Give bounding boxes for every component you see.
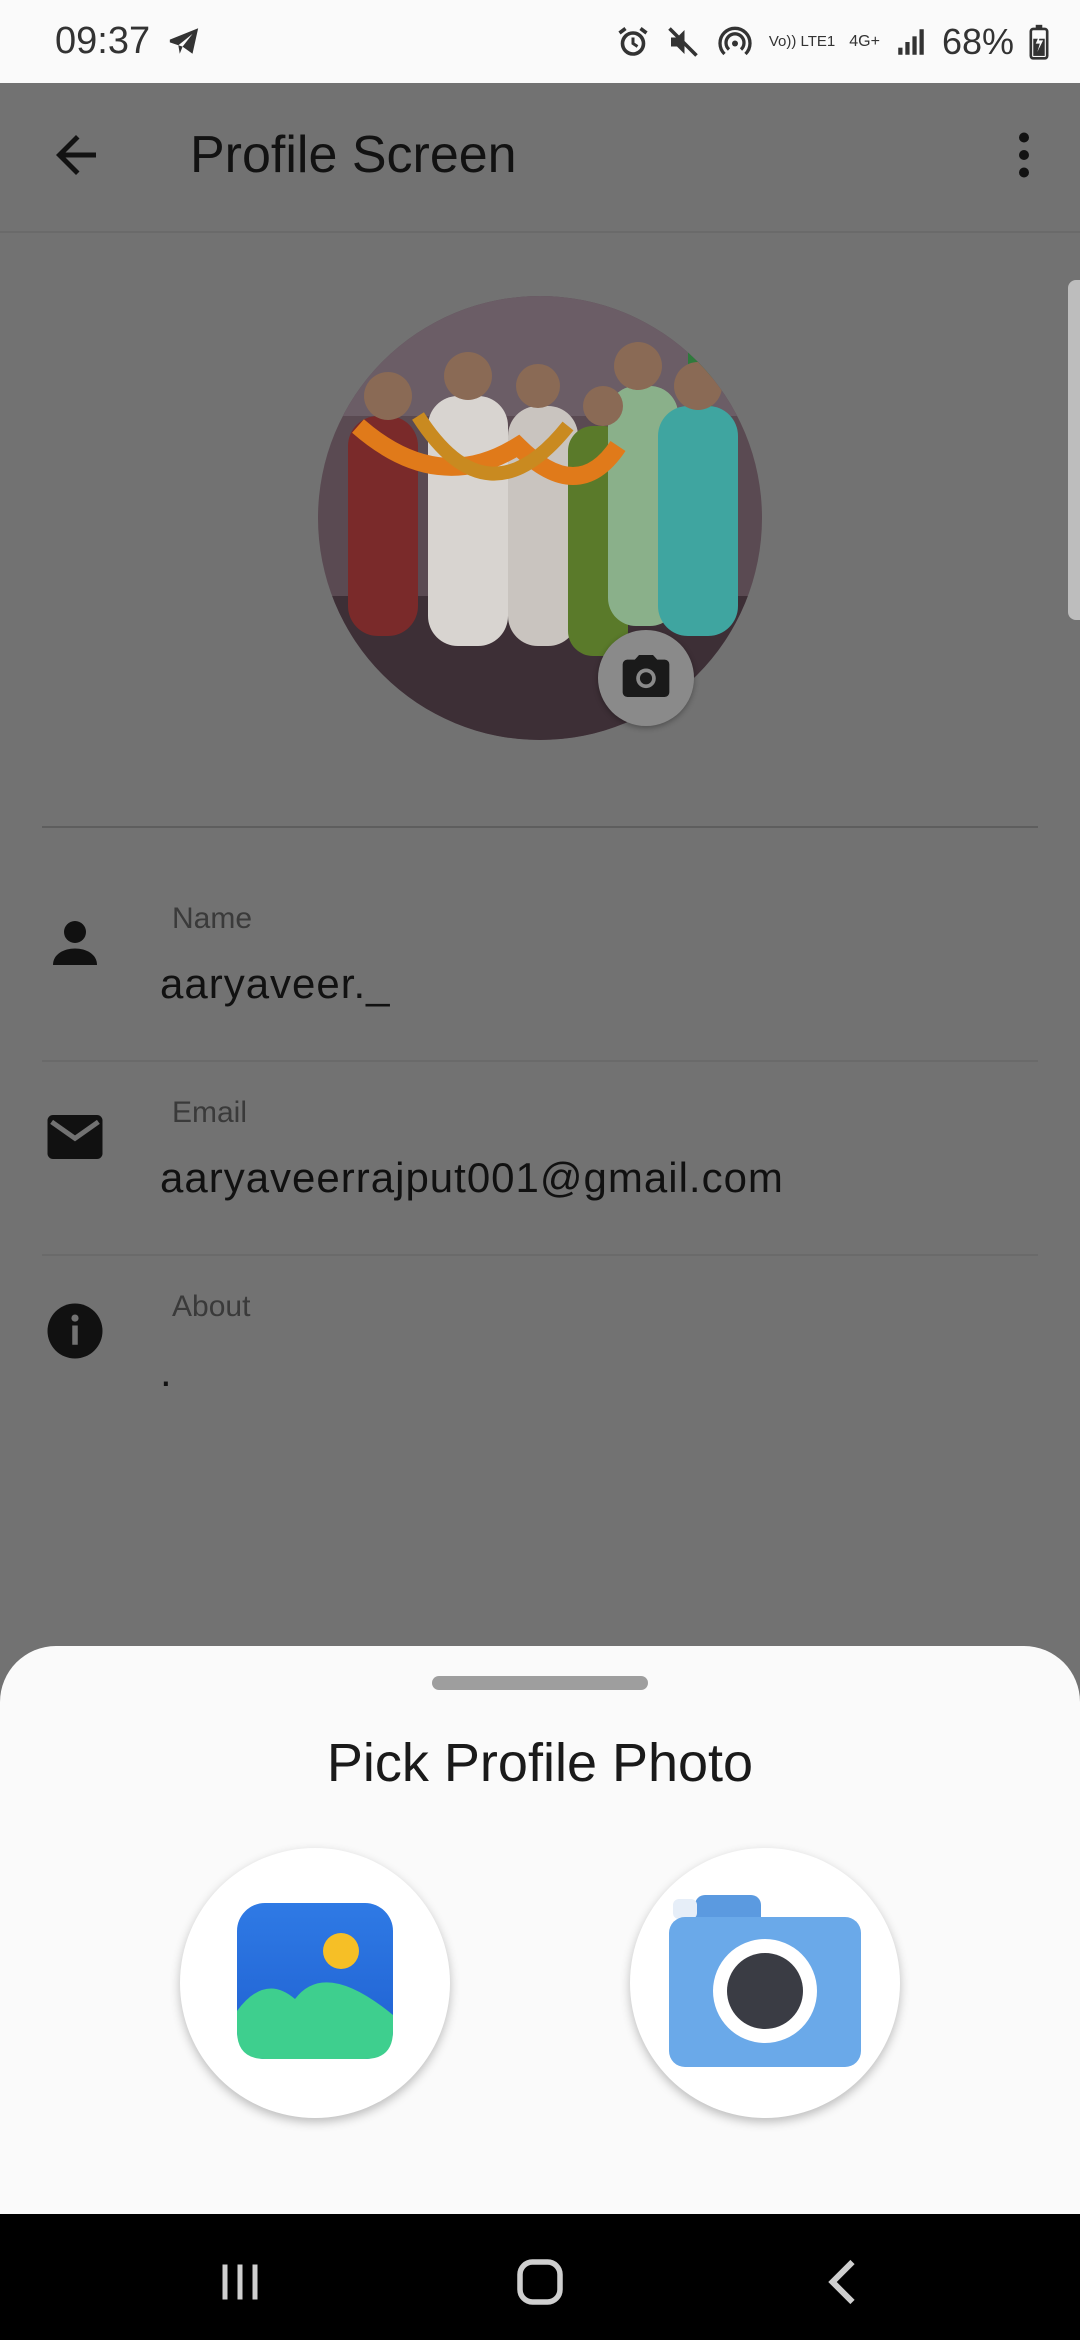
pick-from-camera-button[interactable] xyxy=(630,1848,900,2118)
about-label: About xyxy=(172,1290,251,1323)
hotspot-icon xyxy=(715,24,755,60)
email-field[interactable]: Email aaryaveerrajput001@gmail.com xyxy=(42,1062,1038,1256)
home-icon[interactable] xyxy=(510,2252,570,2312)
signal-icon xyxy=(894,25,928,59)
app-bar: Profile Screen xyxy=(0,83,1080,233)
person-icon xyxy=(42,910,108,976)
email-label: Email xyxy=(172,1096,248,1129)
status-bar: 09:37 Vo)) LTE1 4G+ 68% xyxy=(0,0,1080,83)
gallery-icon xyxy=(237,1903,393,2063)
scroll-indicator[interactable] xyxy=(1068,280,1080,620)
camera-icon xyxy=(669,1891,861,2075)
network-4g-label: 4G+ xyxy=(849,33,880,50)
name-value: aaryaveer._ xyxy=(160,960,391,1007)
info-icon xyxy=(42,1298,108,1364)
system-nav-bar xyxy=(0,2214,1080,2340)
profile-avatar[interactable] xyxy=(318,296,762,740)
network-type-label: Vo)) LTE1 xyxy=(768,33,836,50)
sheet-drag-handle[interactable] xyxy=(432,1676,648,1690)
camera-small-icon xyxy=(618,648,674,708)
email-icon xyxy=(42,1104,108,1170)
alarm-icon xyxy=(615,24,651,60)
status-time: 09:37 xyxy=(55,20,151,62)
back-nav-icon[interactable] xyxy=(815,2252,875,2312)
sheet-title: Pick Profile Photo xyxy=(326,1733,754,1793)
section-divider xyxy=(42,826,1038,828)
about-field[interactable]: About . xyxy=(42,1256,1038,1448)
pick-from-gallery-button[interactable] xyxy=(180,1848,450,2118)
back-arrow-icon[interactable] xyxy=(46,125,106,185)
bottom-sheet: Pick Profile Photo xyxy=(0,1646,1080,2214)
mute-icon xyxy=(665,24,701,60)
about-value: . xyxy=(160,1348,173,1395)
name-label: Name xyxy=(172,902,253,935)
name-field[interactable]: Name aaryaveer._ xyxy=(42,868,1038,1062)
telegram-icon xyxy=(165,24,203,62)
battery-charging-icon xyxy=(1028,24,1050,60)
email-value: aaryaveerrajput001@gmail.com xyxy=(160,1154,784,1201)
recent-apps-icon[interactable] xyxy=(210,2252,270,2312)
more-vert-icon[interactable] xyxy=(994,125,1054,185)
status-icons: Vo)) LTE1 4G+ 68% xyxy=(615,18,1050,66)
page-title: Profile Screen xyxy=(190,126,517,184)
change-photo-button[interactable] xyxy=(598,630,694,726)
battery-percent: 68% xyxy=(941,21,1014,62)
